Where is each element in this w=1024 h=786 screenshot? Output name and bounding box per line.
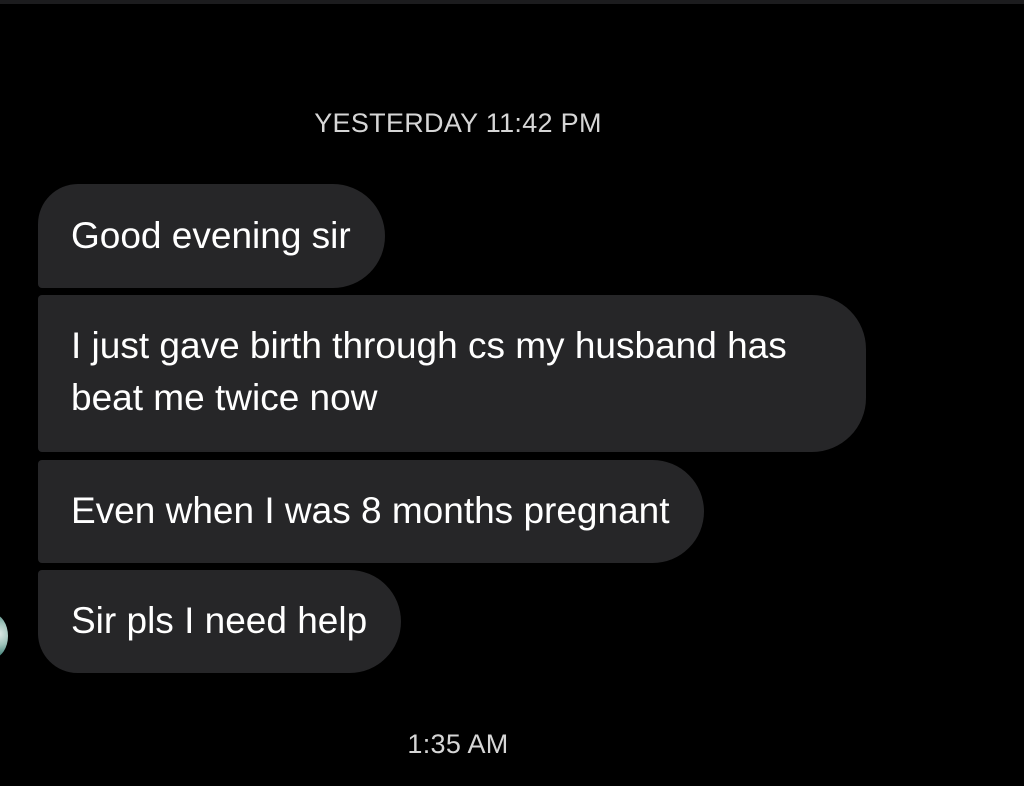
message-text: I just gave birth through cs my husband … xyxy=(71,325,787,418)
timestamp-footer: 1:35 AM xyxy=(407,729,509,759)
message-bubble[interactable]: I just gave birth through cs my husband … xyxy=(38,295,866,452)
top-divider xyxy=(0,0,1024,4)
message-bubble[interactable]: Good evening sir xyxy=(38,184,385,288)
sender-avatar[interactable] xyxy=(0,614,8,658)
timestamp-header: YESTERDAY 11:42 PM xyxy=(314,108,602,138)
message-bubble[interactable]: Even when I was 8 months pregnant xyxy=(38,460,704,563)
message-bubble[interactable]: Sir pls I need help xyxy=(38,570,402,673)
message-text: Good evening sir xyxy=(71,215,351,256)
message-text: Sir pls I need help xyxy=(71,600,368,641)
message-text: Even when I was 8 months pregnant xyxy=(71,490,670,531)
